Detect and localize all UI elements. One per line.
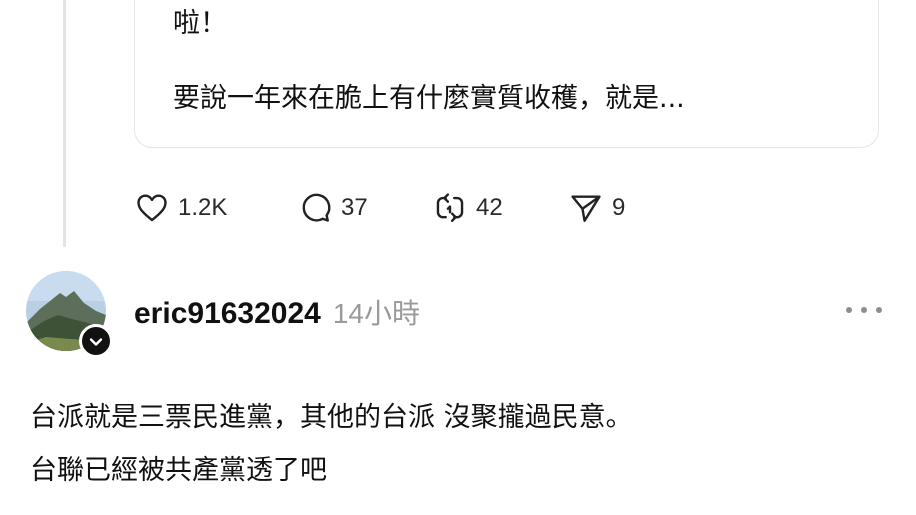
more-dots-icon — [876, 307, 882, 313]
quoted-post-text-line: 啦！ — [173, 8, 227, 39]
thread-connector-line — [63, 0, 66, 247]
like-button[interactable]: 1.2K — [134, 188, 227, 228]
reply-count: 37 — [341, 194, 368, 221]
repost-button[interactable]: 42 — [432, 188, 503, 228]
more-dots-icon — [846, 307, 852, 313]
post-body-text: 台派就是三票民進黨，其他的台派 沒聚攏過民意。 — [30, 402, 633, 433]
speech-bubble-icon — [297, 191, 333, 225]
username[interactable]: eric91632024 — [134, 297, 321, 331]
quoted-post-text-line: 要說一年來在脆上有什麼實質收穫，就是... — [173, 83, 685, 114]
post-header: eric91632024 14小時 — [134, 292, 420, 332]
quoted-post-card[interactable]: 啦！ 要說一年來在脆上有什麼實質收穫，就是... — [134, 0, 879, 148]
reply-button[interactable]: 37 — [297, 188, 368, 228]
heart-icon — [134, 191, 170, 225]
chevron-down-icon — [89, 332, 103, 351]
more-dots-icon — [861, 307, 867, 313]
repost-arrows-icon — [432, 191, 468, 225]
share-count: 9 — [612, 194, 626, 221]
paper-plane-icon — [568, 191, 604, 225]
post-body-text: 台聯已經被共產黨透了吧 — [30, 455, 327, 486]
repost-count: 42 — [476, 194, 503, 221]
like-count: 1.2K — [178, 194, 228, 221]
more-options-button[interactable] — [846, 300, 882, 320]
follow-badge[interactable] — [79, 324, 113, 358]
post-timestamp: 14小時 — [332, 298, 421, 329]
share-button[interactable]: 9 — [568, 188, 625, 228]
